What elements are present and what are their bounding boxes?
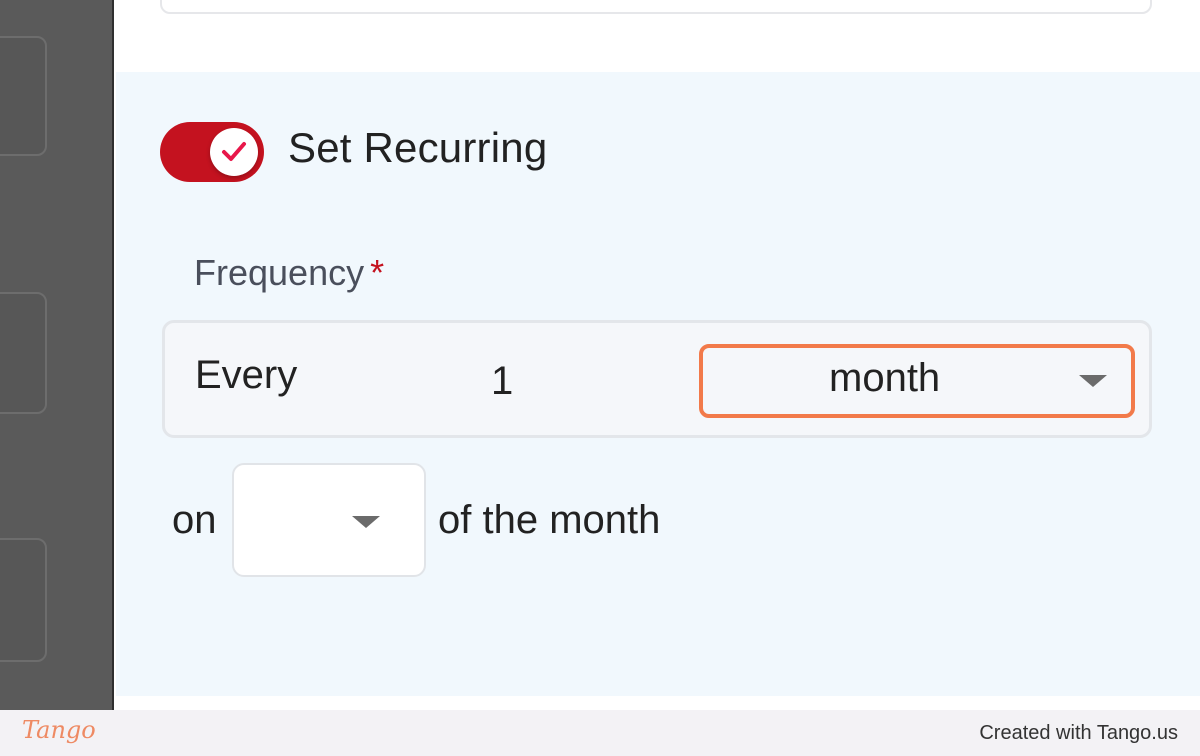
previous-input-field[interactable] <box>160 0 1152 14</box>
background-card <box>0 292 47 414</box>
set-recurring-label: Set Recurring <box>288 124 548 171</box>
frequency-field-group: Every 1 month <box>162 320 1152 438</box>
frequency-unit-select[interactable]: month <box>699 344 1135 418</box>
frequency-unit-value: month <box>829 356 941 400</box>
footer-bar: Tango Created with Tango.us <box>0 710 1200 756</box>
checkmark-icon <box>221 141 247 163</box>
of-the-month-label: of the month <box>438 498 661 542</box>
frequency-label: Frequency * <box>194 252 384 294</box>
set-recurring-toggle[interactable] <box>160 122 264 182</box>
tango-logo[interactable]: Tango <box>22 716 96 744</box>
day-of-month-select[interactable] <box>232 463 426 577</box>
chevron-down-icon <box>1079 375 1107 387</box>
every-label: Every <box>195 353 298 397</box>
created-with-credit[interactable]: Created with Tango.us <box>979 722 1178 745</box>
background-card <box>0 36 47 156</box>
required-marker: * <box>370 252 385 293</box>
toggle-knob <box>210 128 258 176</box>
on-label: on <box>172 498 217 542</box>
recurring-settings-panel: Set Recurring Frequency * Every 1 month o… <box>116 72 1200 696</box>
chevron-down-icon <box>352 516 380 528</box>
background-card <box>0 538 47 662</box>
interval-input[interactable]: 1 <box>491 359 513 404</box>
screen: Set Recurring Frequency * Every 1 month o… <box>0 0 1200 756</box>
frequency-label-text: Frequency <box>194 252 365 293</box>
panel-top-area <box>116 0 1200 72</box>
dimmed-background-strip <box>0 0 114 710</box>
